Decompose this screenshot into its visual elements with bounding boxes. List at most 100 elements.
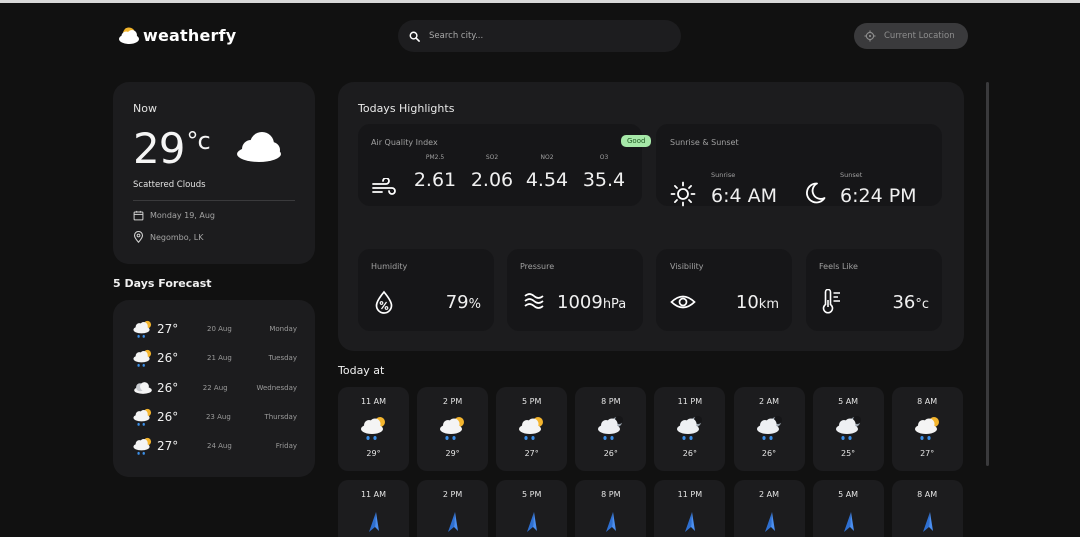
- search-input[interactable]: [429, 31, 649, 41]
- hourly-wind-card: 11 PM: [654, 480, 726, 537]
- forecast-day: Thursday: [264, 412, 297, 421]
- pressure-label: Pressure: [520, 262, 555, 271]
- brand-logo[interactable]: weatherfy: [117, 24, 236, 46]
- sunrise-time: 6:4 AM: [711, 185, 778, 207]
- hour-time: 11 PM: [677, 397, 703, 406]
- wind-hour-time: 2 PM: [442, 490, 463, 499]
- humidity-label: Humidity: [371, 262, 408, 271]
- hourly-wind-card: 5 PM: [496, 480, 568, 537]
- forecast-day: Wednesday: [256, 383, 297, 392]
- sunset-block: Sunset 6:24 PM: [840, 171, 917, 207]
- hour-temp: 26°: [603, 449, 618, 458]
- forecast-temp: 26°: [157, 351, 179, 366]
- hourly-card: 2 AM 26°: [733, 387, 805, 471]
- now-label: Now: [133, 102, 157, 115]
- search-bar[interactable]: [398, 20, 681, 52]
- rain-sun-icon: [132, 347, 154, 369]
- hourly-wind-card: 8 PM: [575, 480, 647, 537]
- aqi-so2: SO2 2.06: [470, 154, 514, 191]
- rain-moon-icon: [755, 413, 785, 447]
- wind-hour-time: 5 PM: [522, 490, 542, 499]
- wind-hour-time: 8 AM: [917, 490, 938, 499]
- pressure-card: Pressure 1009hPa: [507, 249, 643, 331]
- forecast-temp: 26°: [157, 380, 179, 395]
- humidity-value: 79%: [445, 292, 481, 313]
- weather-description: Scattered Clouds: [133, 180, 206, 190]
- eye-icon: [670, 295, 696, 309]
- hourly-card: 8 PM 26°: [575, 387, 647, 471]
- location-pin-icon: [133, 231, 144, 243]
- hour-time: 11 AM: [360, 397, 387, 406]
- calendar-icon: [133, 210, 144, 221]
- rain-sun-icon: [913, 413, 943, 447]
- current-location: Negombo, LK: [150, 232, 204, 242]
- humidity-icon: [375, 290, 393, 314]
- hour-temp: 26°: [761, 449, 777, 458]
- wind-hour-time: 11 PM: [677, 490, 703, 499]
- forecast-day: Tuesday: [268, 354, 297, 363]
- cloud-icon: [237, 132, 281, 162]
- visibility-label: Visibility: [670, 262, 704, 271]
- feels-like-label: Feels Like: [819, 262, 858, 271]
- search-icon: [409, 31, 420, 42]
- hourly-card: 5 AM 25°: [812, 387, 884, 471]
- hour-temp: 27°: [524, 449, 539, 458]
- forecast-row: 26° 22 Aug Wednesday: [132, 377, 297, 399]
- forecast-card: 27° 20 Aug Monday 26° 21 Aug Tuesday 26° 22 Aug…: [113, 300, 315, 477]
- wind-direction-icon: [606, 512, 617, 532]
- wind-direction-icon: [527, 512, 538, 532]
- sun-icon: [670, 181, 696, 207]
- hour-time: 2 PM: [442, 397, 463, 406]
- hour-time: 5 AM: [838, 397, 859, 406]
- forecast-day: Monday: [269, 325, 297, 333]
- feels-like-value: 36°c: [892, 292, 929, 313]
- aqi-o3: O3 35.4: [582, 154, 626, 191]
- rain-moon-icon: [675, 413, 705, 447]
- hour-temp: 26°: [682, 449, 697, 458]
- forecast-row: 27° 20 Aug Monday: [132, 318, 297, 340]
- page-scrollbar[interactable]: [986, 82, 989, 466]
- hour-time: 8 PM: [601, 397, 621, 406]
- hour-temp: 27°: [920, 449, 935, 458]
- sun-label: Sunrise & Sunset: [670, 138, 739, 147]
- forecast-date: 23 Aug: [205, 412, 231, 421]
- forecast-date: 20 Aug: [207, 325, 232, 333]
- wind-direction-icon: [448, 512, 459, 532]
- visibility-value: 10km: [735, 292, 779, 313]
- wind-direction-icon: [369, 512, 379, 532]
- feels-like-card: Feels Like 36°c: [806, 249, 942, 331]
- current-location-label: Current Location: [884, 31, 955, 41]
- wind-icon: [372, 178, 396, 195]
- rain-sun-icon: [517, 413, 547, 447]
- wind-hour-time: 8 PM: [601, 490, 621, 499]
- rain-sun-icon: [359, 413, 389, 447]
- cloud-sun-icon: [119, 27, 139, 44]
- moon-icon: [806, 182, 826, 204]
- hourly-wind-card: 11 AM: [338, 480, 409, 537]
- current-date: Monday 19, Aug: [150, 211, 216, 220]
- wind-hour-time: 5 AM: [838, 490, 859, 499]
- aqi-label: Air Quality Index: [371, 138, 438, 147]
- forecast-date: 24 Aug: [207, 442, 232, 451]
- rain-moon-icon: [834, 413, 864, 447]
- visibility-card: Visibility 10km: [656, 249, 792, 331]
- current-weather-card: Now 29°c Scattered Clouds Monday 19, Aug…: [113, 82, 315, 264]
- current-location-button[interactable]: Current Location: [854, 23, 968, 49]
- forecast-temp: 26°: [157, 409, 179, 424]
- wind-direction-icon: [685, 512, 696, 532]
- pressure-value: 1009hPa: [557, 292, 627, 313]
- divider: [133, 200, 295, 201]
- hourly-card: 11 AM 29°: [338, 387, 409, 471]
- forecast-temp: 27°: [157, 322, 179, 336]
- hour-temp: 29°: [445, 449, 460, 458]
- forecast-day: Friday: [275, 442, 297, 451]
- wind-hour-time: 2 AM: [758, 490, 779, 499]
- aqi-pm25: PM2.5 2.61: [413, 154, 457, 191]
- wind-direction-icon: [922, 512, 933, 532]
- pressure-waves-icon: [524, 293, 544, 309]
- location-row: Negombo, LK: [133, 231, 203, 243]
- hour-time: 8 AM: [917, 397, 938, 406]
- aqi-no2: NO2 4.54: [525, 154, 569, 191]
- hour-temp: 25°: [841, 449, 856, 458]
- top-border: [0, 0, 1080, 3]
